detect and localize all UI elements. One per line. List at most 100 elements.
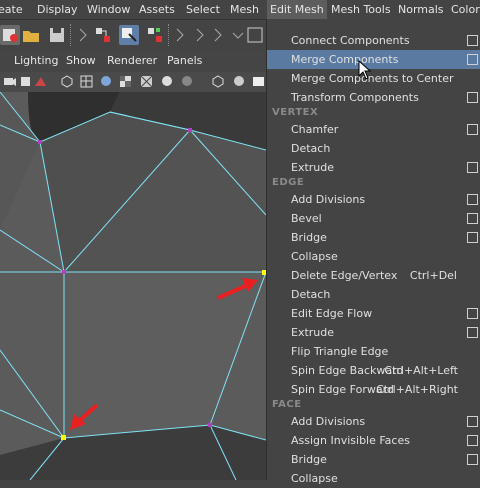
select-component-icon[interactable] (145, 25, 165, 45)
menu-item-merge-components-to-center[interactable]: Merge Components to Center (267, 69, 480, 88)
image-plane-icon[interactable] (33, 74, 48, 89)
menu-item-label: Edit Edge Flow (291, 307, 373, 320)
menu-window[interactable]: Window (87, 2, 130, 18)
mouse-pointer-icon (358, 59, 372, 83)
menu-item-label: Chamfer (291, 123, 339, 136)
snap-arrow-icon[interactable] (210, 25, 230, 45)
light-icon[interactable] (160, 74, 175, 89)
menu-normals[interactable]: Normals (398, 2, 444, 18)
menu-item-shortcut: Ctrl+Del (409, 269, 457, 282)
menu-item-transform-components[interactable]: Transform Components (267, 88, 480, 107)
construction-history-icon[interactable] (245, 25, 265, 45)
toolbar-separator (168, 24, 171, 46)
selected-vertex[interactable] (61, 435, 66, 440)
section-header-face: FACE (272, 399, 302, 410)
menu-item-label: Assign Invisible Faces (291, 434, 410, 447)
menu-item-bevel[interactable]: Bevel (267, 209, 480, 228)
toolbar-separator (70, 24, 73, 46)
select-hierarchy-icon[interactable] (93, 25, 113, 45)
menu-item-extrude-edge[interactable]: Extrude (267, 323, 480, 342)
option-box-icon[interactable] (467, 35, 478, 46)
main-menubar: eate Display Window Assets Select Mesh E… (0, 0, 480, 20)
menu-item-label: Merge Components (291, 53, 399, 66)
menu-item-face-bridge[interactable]: Bridge (267, 450, 480, 469)
menu-edit-mesh[interactable]: Edit Mesh (267, 0, 327, 19)
menu-item-shortcut: Ctrl+Alt+Left (384, 364, 458, 377)
save-icon[interactable] (47, 25, 67, 45)
option-box-icon[interactable] (467, 92, 478, 103)
mesh-wireframe[interactable] (0, 92, 266, 480)
option-box-icon[interactable] (467, 327, 478, 338)
menu-item-label: Collapse (291, 250, 338, 263)
collapse-arrow-icon[interactable] (172, 25, 192, 45)
menu-item-label: Detach (291, 142, 331, 155)
texture-icon[interactable] (118, 74, 133, 89)
menu-assets[interactable]: Assets (139, 2, 175, 18)
bookmark-icon[interactable] (18, 74, 33, 89)
menu-item-spin-edge-backward[interactable]: Spin Edge Backward Ctrl+Alt+Left (267, 361, 480, 380)
menu-item-connect-components[interactable]: Connect Components (267, 31, 480, 50)
isolate-icon[interactable] (211, 74, 226, 89)
open-folder-icon[interactable] (21, 25, 41, 45)
menu-mesh[interactable]: Mesh (230, 2, 259, 18)
panel-menu-lighting[interactable]: Lighting (14, 54, 58, 67)
option-box-icon[interactable] (467, 416, 478, 427)
menu-item-label: Bridge (291, 231, 327, 244)
camera-icon[interactable] (2, 74, 17, 89)
select-object-icon[interactable] (119, 25, 139, 45)
edit-mesh-dropdown: Connect Components Merge Components Merg… (266, 19, 480, 485)
menu-item-label: Add Divisions (291, 415, 366, 428)
menu-item-shortcut: Ctrl+Alt+Right (376, 383, 458, 396)
menu-item-detach[interactable]: Detach (267, 139, 480, 158)
menu-create[interactable]: eate (0, 2, 23, 18)
shadow-icon[interactable] (180, 74, 195, 89)
wireframe-icon[interactable] (60, 74, 75, 89)
menu-item-detach-edge[interactable]: Detach (267, 285, 480, 304)
scene-icon[interactable] (0, 25, 20, 45)
menu-item-face-collapse[interactable]: Collapse (267, 469, 480, 488)
resolution-gate-icon[interactable] (251, 74, 266, 89)
smooth-shade-icon[interactable] (99, 74, 114, 89)
panel-menu-renderer[interactable]: Renderer (107, 54, 157, 67)
xray-icon[interactable] (139, 74, 154, 89)
menu-color[interactable]: Color (451, 2, 480, 18)
menu-item-spin-edge-forward[interactable]: Spin Edge Forward Ctrl+Alt+Right (267, 380, 480, 399)
snap-arrow-icon[interactable] (192, 25, 212, 45)
menu-item-chamfer[interactable]: Chamfer (267, 120, 480, 139)
menu-item-label: Delete Edge/Vertex (291, 269, 398, 282)
menu-item-label: Detach (291, 288, 331, 301)
menu-item-label: Connect Components (291, 34, 410, 47)
menu-item-delete-edge-vertex[interactable]: Delete Edge/Vertex Ctrl+Del (267, 266, 480, 285)
section-header-edge: EDGE (272, 177, 305, 188)
menu-item-collapse[interactable]: Collapse (267, 247, 480, 266)
menu-item-extrude[interactable]: Extrude (267, 158, 480, 177)
menu-item-label: Merge Components to Center (291, 72, 454, 85)
menu-item-add-divisions[interactable]: Add Divisions (267, 190, 480, 209)
playblast-icon[interactable] (232, 74, 247, 89)
3d-viewport[interactable] (0, 92, 266, 480)
option-box-icon[interactable] (467, 54, 478, 65)
option-box-icon[interactable] (467, 124, 478, 135)
option-box-icon[interactable] (467, 162, 478, 173)
option-box-icon[interactable] (467, 213, 478, 224)
grid-icon[interactable] (79, 74, 94, 89)
menu-select[interactable]: Select (186, 2, 220, 18)
menu-display[interactable]: Display (37, 2, 78, 18)
option-box-icon[interactable] (467, 308, 478, 319)
menu-item-edit-edge-flow[interactable]: Edit Edge Flow (267, 304, 480, 323)
menu-item-label: Extrude (291, 161, 335, 174)
menu-item-face-add-divisions[interactable]: Add Divisions (267, 412, 480, 431)
option-box-icon[interactable] (467, 194, 478, 205)
option-box-icon[interactable] (467, 454, 478, 465)
menu-item-flip-triangle-edge[interactable]: Flip Triangle Edge (267, 342, 480, 361)
menu-item-label: Transform Components (291, 91, 419, 104)
panel-menu-show[interactable]: Show (66, 54, 96, 67)
menu-item-label: Extrude (291, 326, 335, 339)
menu-mesh-tools[interactable]: Mesh Tools (331, 2, 391, 18)
menu-item-merge-components[interactable]: Merge Components (267, 50, 480, 69)
panel-menu-panels[interactable]: Panels (167, 54, 202, 67)
menu-item-bridge[interactable]: Bridge (267, 228, 480, 247)
option-box-icon[interactable] (467, 435, 478, 446)
option-box-icon[interactable] (467, 232, 478, 243)
menu-item-assign-invisible-faces[interactable]: Assign Invisible Faces (267, 431, 480, 450)
